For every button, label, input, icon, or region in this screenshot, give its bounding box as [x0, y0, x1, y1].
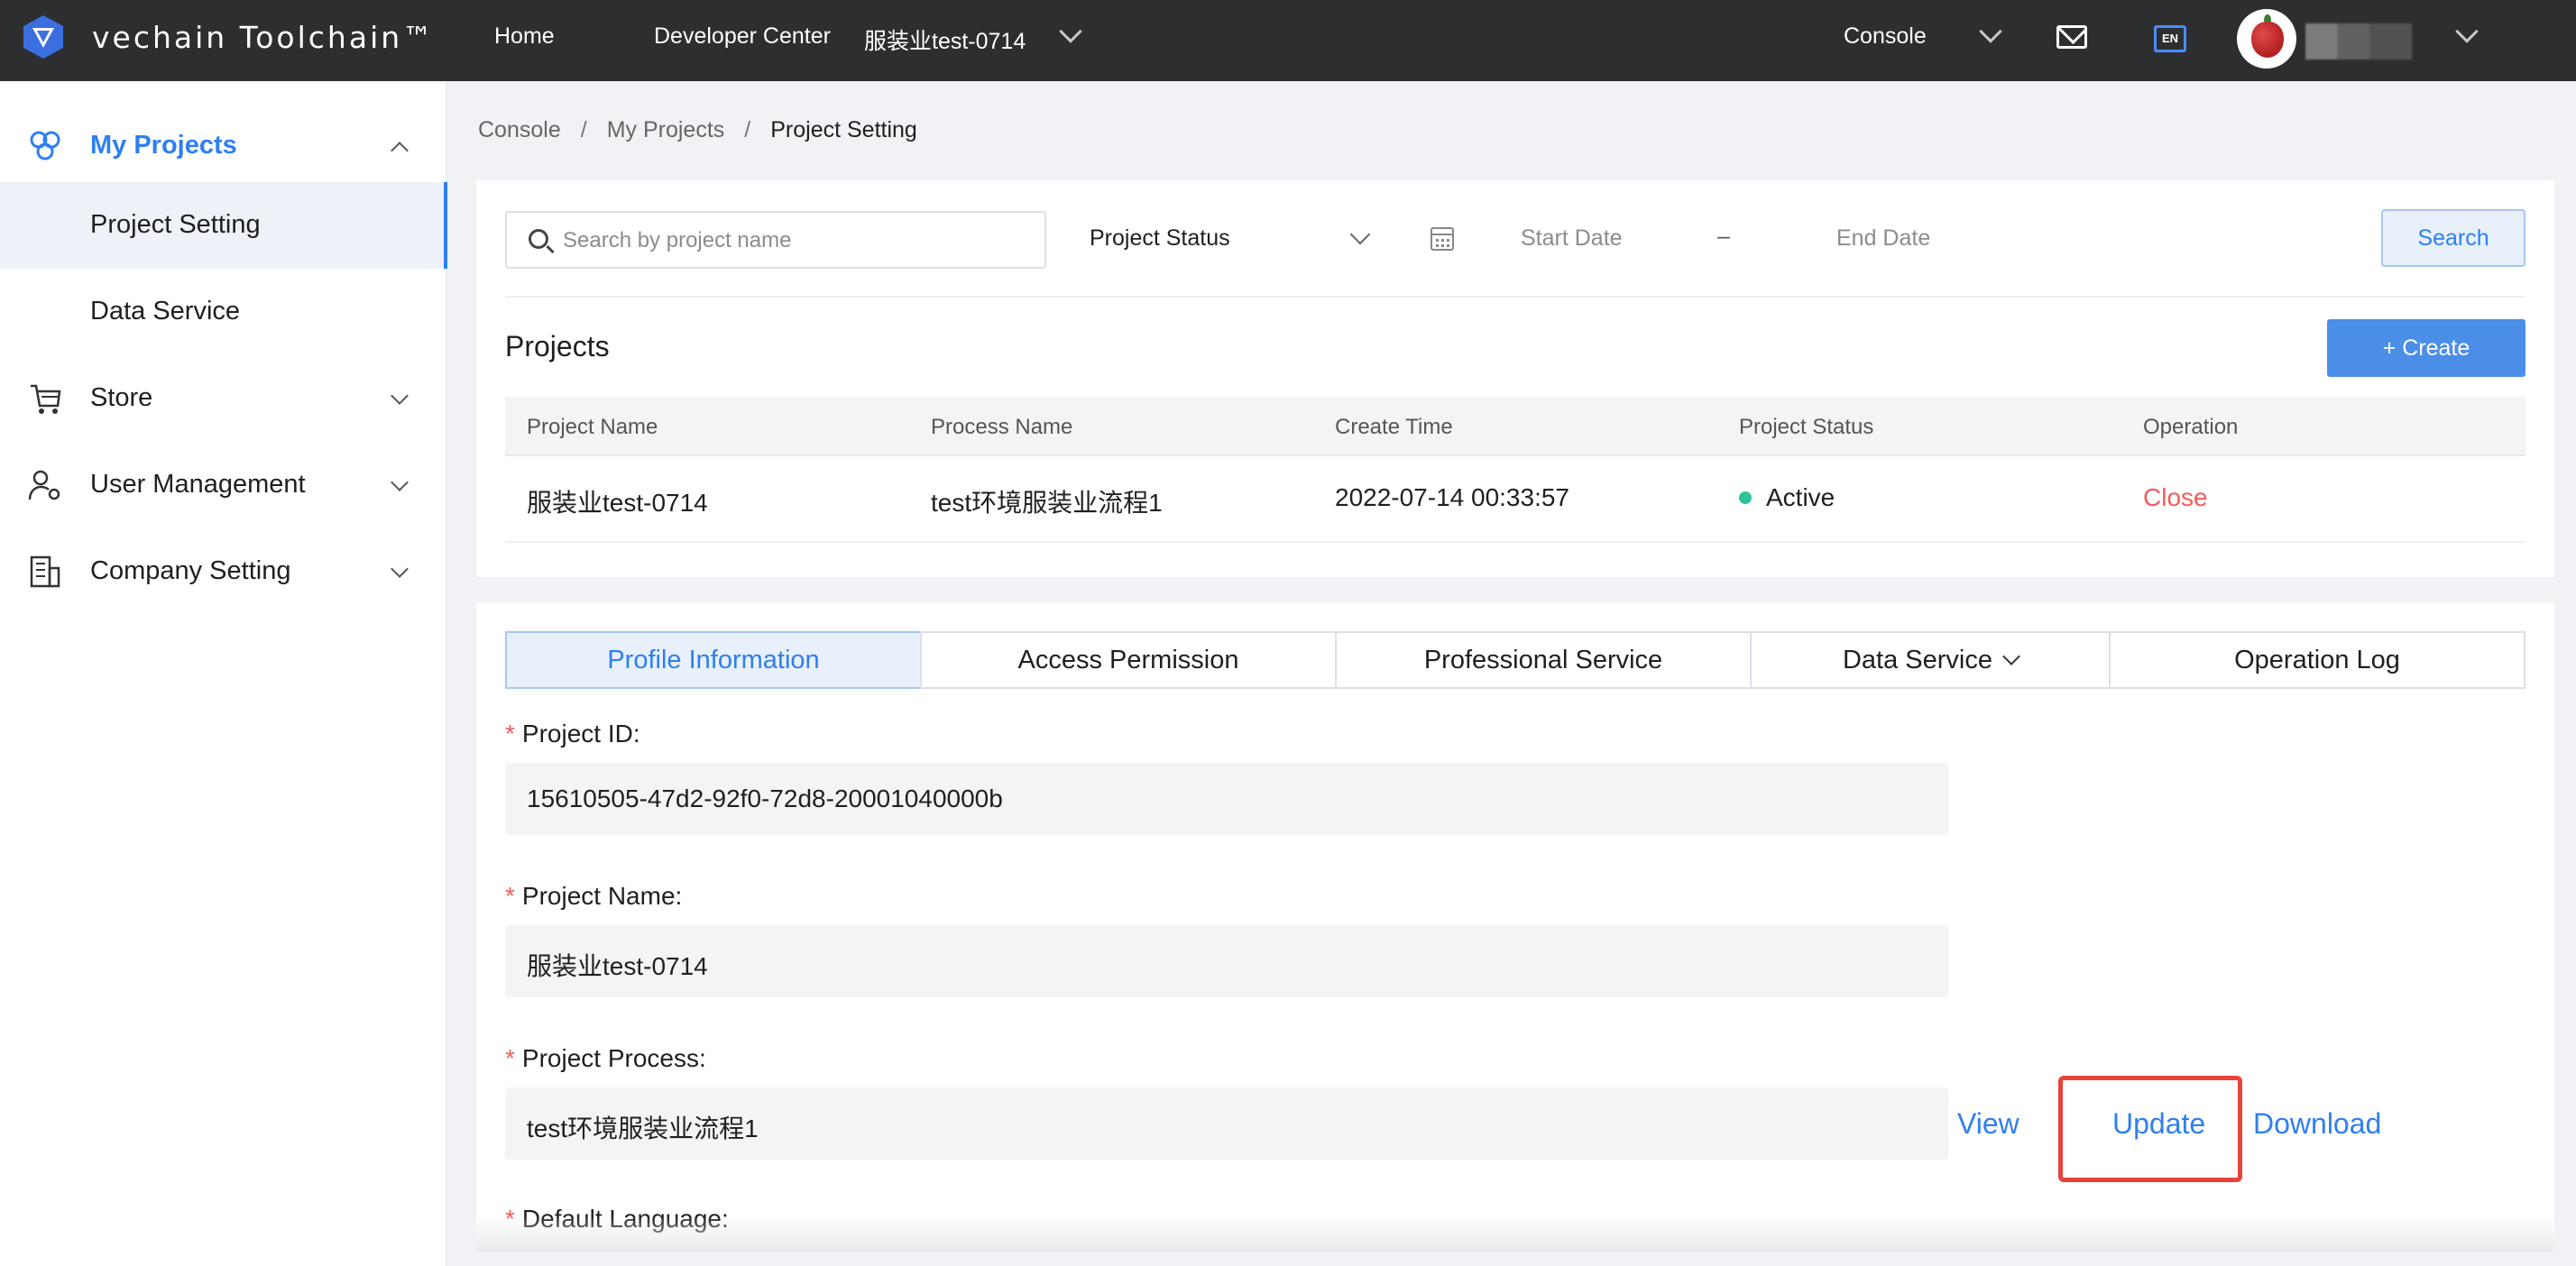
breadcrumb-console[interactable]: Console — [478, 117, 561, 143]
required-mark: * — [505, 720, 515, 748]
table-row[interactable]: 服装业test-0714 test环境服装业流程1 2022-07-14 00:… — [505, 456, 2525, 543]
breadcrumb: Console / My Projects / Project Setting — [478, 117, 917, 143]
table-header: Project Name Process Name Create Time Pr… — [505, 397, 2525, 456]
sidebar-item-company-setting[interactable]: Company Setting — [0, 528, 447, 615]
sidebar-item-label: User Management — [90, 470, 306, 499]
column-header: Operation — [2143, 415, 2239, 439]
nav-developer-center[interactable]: Developer Center — [654, 23, 831, 50]
store-cart-icon — [31, 384, 61, 414]
sidebar-item-store[interactable]: Store — [0, 355, 447, 442]
tab-professional-service[interactable]: Professional Service — [1335, 631, 1752, 689]
calendar-icon[interactable] — [1431, 227, 1454, 251]
brand-name[interactable]: vechain Toolchain™ — [92, 20, 435, 55]
breadcrumb-separator: / — [580, 117, 587, 142]
sidebar-item-project-setting[interactable]: Project Setting — [0, 182, 447, 269]
avatar[interactable] — [2237, 9, 2296, 69]
sidebar-item-label: Project Setting — [90, 210, 261, 239]
column-header: Project Status — [1739, 415, 1874, 439]
project-process-field[interactable]: test环境服装业流程1 — [505, 1087, 1948, 1160]
project-id-label: * Project ID: — [505, 720, 640, 748]
project-id-field[interactable]: 15610505-47d2-92f0-72d8-20001040000b — [505, 763, 1948, 835]
chevron-down-icon — [1349, 224, 1371, 245]
column-header: Process Name — [931, 415, 1073, 439]
project-switcher[interactable]: 服装业test-0714 — [864, 23, 1026, 56]
user-settings-icon — [28, 470, 60, 500]
tab-profile-information[interactable]: Profile Information — [505, 631, 922, 689]
project-id-value: 15610505-47d2-92f0-72d8-20001040000b — [527, 784, 1003, 812]
sidebar-item-my-projects[interactable]: My Projects — [0, 103, 447, 189]
sidebar-item-label: Company Setting — [90, 556, 291, 585]
mail-icon[interactable] — [2056, 25, 2087, 49]
sidebar-item-data-service[interactable]: Data Service — [0, 269, 447, 355]
status-text: Active — [1766, 483, 1835, 511]
sidebar-item-label: My Projects — [90, 131, 237, 160]
project-name-value: 服装业test-0714 — [527, 952, 708, 980]
sidebar-item-label: Store — [90, 383, 153, 412]
project-name-label: * Project Name: — [505, 882, 682, 911]
tab-data-service-label: Data Service — [1842, 646, 1992, 674]
chevron-down-icon[interactable] — [2455, 20, 2479, 43]
label-text: Project Name: — [521, 882, 683, 910]
tab-operation-log[interactable]: Operation Log — [2109, 631, 2525, 689]
avatar-apple-image — [2251, 22, 2284, 58]
project-detail-panel: Profile Information Access Permission Pr… — [476, 602, 2554, 1252]
start-date-input[interactable]: Start Date — [1521, 225, 1623, 252]
chevron-down-icon — [391, 560, 409, 578]
projects-panel: Project Status Start Date – End Date Sea… — [476, 180, 2554, 577]
search-icon — [529, 229, 548, 249]
cell-create-time: 2022-07-14 00:33:57 — [1335, 483, 1569, 511]
chevron-down-icon[interactable] — [1059, 20, 1082, 43]
highlight-box — [2058, 1076, 2242, 1182]
project-status-select-label: Project Status — [1090, 225, 1230, 251]
chevron-down-icon[interactable] — [1979, 20, 2002, 43]
label-text: Project ID: — [521, 720, 640, 748]
nav-home[interactable]: Home — [494, 23, 555, 50]
project-name-field[interactable]: 服装业test-0714 — [505, 925, 1948, 997]
vechain-logo-icon[interactable] — [22, 14, 65, 60]
view-process-link[interactable]: View — [1957, 1107, 2019, 1141]
required-mark: * — [505, 1044, 515, 1072]
breadcrumb-current: Project Setting — [770, 117, 917, 142]
breadcrumb-my-projects[interactable]: My Projects — [607, 117, 725, 143]
chevron-down-icon — [2002, 647, 2020, 665]
search-input[interactable] — [563, 225, 1032, 256]
tab-access-permission[interactable]: Access Permission — [920, 631, 1337, 689]
required-mark: * — [505, 882, 515, 910]
create-button[interactable]: + Create — [2327, 319, 2525, 377]
chevron-down-icon — [391, 387, 409, 405]
breadcrumb-separator: / — [744, 117, 751, 142]
project-process-label: * Project Process: — [505, 1044, 706, 1073]
search-button[interactable]: Search — [2381, 209, 2525, 267]
cell-project-status: Active — [1739, 483, 1835, 512]
search-box[interactable] — [505, 211, 1046, 269]
status-dot-icon — [1739, 491, 1752, 504]
top-navigation-bar: vechain Toolchain™ Home Developer Center… — [0, 0, 2576, 81]
column-header: Create Time — [1335, 415, 1453, 439]
cell-project-name: 服装业test-0714 — [527, 489, 708, 517]
cell-process-name: test环境服装业流程1 — [931, 489, 1163, 517]
column-header: Project Name — [527, 415, 658, 439]
scroll-fade — [476, 1216, 2554, 1252]
sidebar-item-user-management[interactable]: User Management — [0, 442, 447, 528]
chevron-up-icon — [391, 142, 409, 160]
end-date-input[interactable]: End Date — [1836, 225, 1930, 252]
close-project-link[interactable]: Close — [2143, 483, 2208, 512]
building-icon — [30, 555, 60, 588]
tab-data-service[interactable]: Data Service — [1750, 631, 2111, 689]
chevron-down-icon — [391, 473, 409, 491]
sidebar: My Projects Project Setting Data Service… — [0, 81, 447, 1266]
label-text: Project Process: — [521, 1044, 706, 1072]
nav-console[interactable]: Console — [1844, 23, 1927, 50]
sidebar-item-label: Data Service — [90, 297, 241, 326]
project-status-select[interactable]: Project Status — [1090, 211, 1378, 269]
project-process-value: test环境服装业流程1 — [527, 1115, 759, 1142]
language-icon[interactable]: EN — [2154, 25, 2186, 52]
projects-icon — [30, 131, 60, 161]
user-name-redacted — [2305, 23, 2412, 60]
divider — [505, 296, 2525, 298]
detail-tabs: Profile Information Access Permission Pr… — [505, 631, 2525, 689]
projects-title: Projects — [505, 330, 610, 362]
date-range-separator: – — [1717, 224, 1730, 249]
download-process-link[interactable]: Download — [2253, 1107, 2381, 1141]
